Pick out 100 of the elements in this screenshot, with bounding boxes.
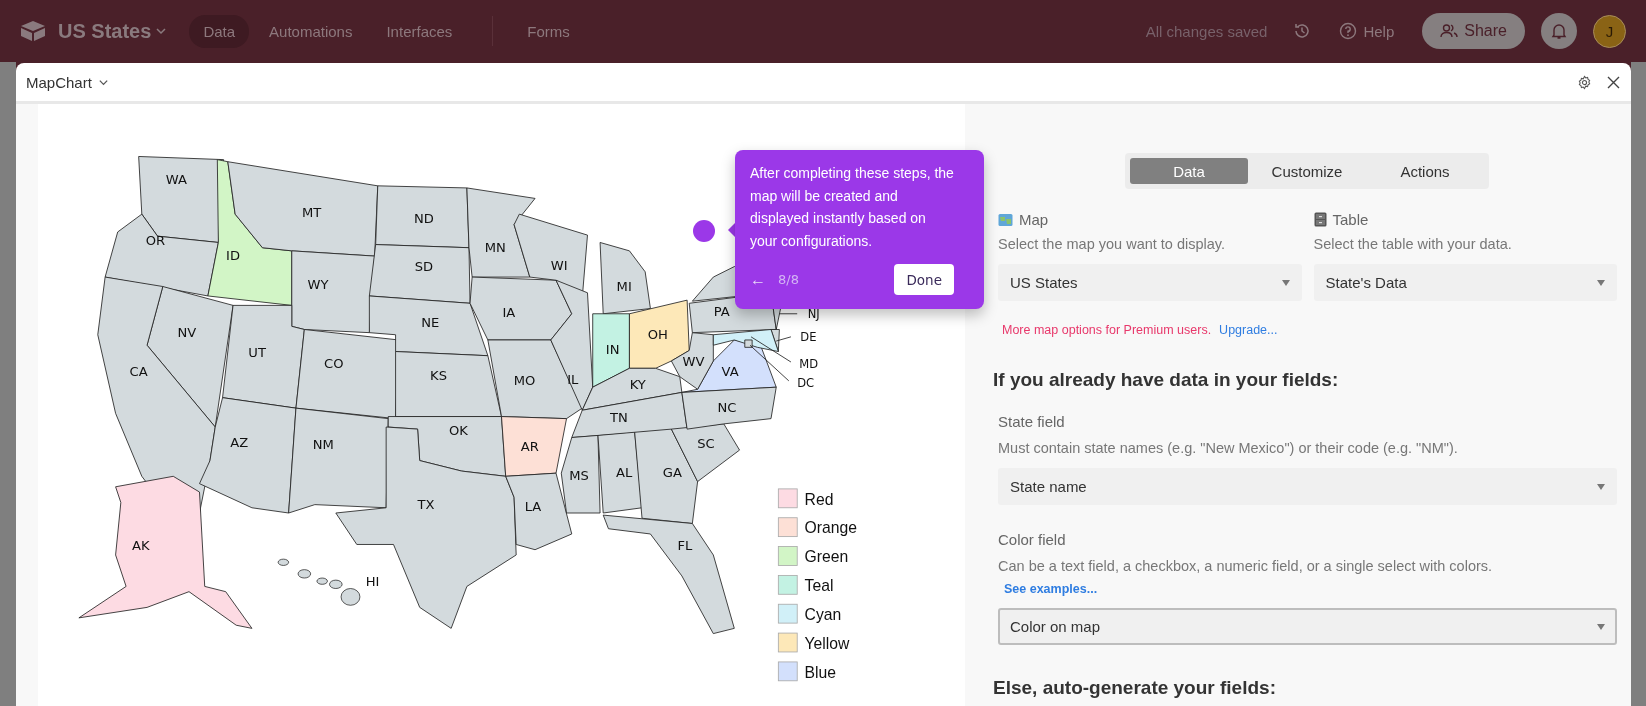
dropdown-icon: [1281, 279, 1290, 286]
field-description: Can be a text field, a checkbox, a numeric field, or a single select with colors.: [998, 558, 1494, 574]
state-label: IN: [605, 341, 620, 357]
state-label: MS: [569, 468, 589, 484]
settings-icon[interactable]: [1577, 74, 1592, 90]
state-label: NM: [312, 437, 334, 453]
state-label: UT: [248, 344, 266, 360]
state-label: CA: [129, 363, 148, 379]
nav-tab[interactable]: Automations: [255, 14, 367, 48]
state-label: MN: [484, 239, 506, 255]
premium-note: More map options for Premium users.: [1002, 323, 1212, 337]
panel-tab[interactable]: Customize: [1248, 158, 1366, 184]
field-label: Color field: [998, 531, 1067, 548]
share-button[interactable]: Share: [1422, 13, 1525, 49]
help-button[interactable]: Help: [1333, 21, 1401, 41]
state-label: NV: [177, 324, 197, 340]
history-icon[interactable]: [1293, 22, 1312, 40]
field-label: State field: [998, 413, 1066, 430]
state-label: MI: [616, 278, 632, 294]
tooltip-text: After completing these steps, the map will be created and displayed instantly based on your configurations.: [750, 164, 954, 251]
field-label: Table: [1332, 211, 1369, 228]
dropdown-icon: [1597, 623, 1605, 630]
base-name[interactable]: US States: [58, 19, 152, 43]
state-label: SC: [697, 436, 715, 451]
field-description: Select the map you want to display.: [998, 236, 1227, 252]
state-label: WA: [165, 171, 187, 187]
state-label: GA: [662, 465, 682, 481]
state-label: ID: [226, 248, 240, 264]
state-label: AL: [616, 465, 633, 481]
nav-tab[interactable]: Interfaces: [372, 14, 467, 48]
extension-title[interactable]: MapChart: [26, 73, 92, 91]
legend-label: Green: [804, 548, 849, 566]
state-label: OK: [449, 423, 468, 439]
bell-icon: [1550, 22, 1568, 40]
state-label: WY: [307, 276, 329, 292]
panel-tab[interactable]: Data: [1130, 158, 1248, 184]
leader-line: [778, 313, 798, 315]
state-label: TN: [610, 409, 628, 425]
state-label: AZ: [230, 434, 249, 450]
dropdown-icon: [1597, 279, 1605, 286]
field-description: Select the table with your data.: [1313, 236, 1513, 252]
state-label: TX: [417, 496, 435, 512]
state-label: IA: [502, 304, 516, 320]
state-label: OH: [647, 326, 668, 342]
help-icon: [1339, 22, 1358, 40]
box-logo-icon: [20, 20, 46, 42]
state-label: MT: [302, 205, 322, 221]
field-description: Must contain state names (e.g. "New Mexico") or their code (e.g. "NM").: [998, 440, 1459, 456]
state-label: AR: [520, 439, 539, 455]
state-label: NE: [421, 315, 440, 331]
state-label: CO: [324, 356, 344, 372]
notifications-button[interactable]: [1541, 13, 1577, 49]
state-label: OR: [145, 232, 166, 248]
state-label: SD: [414, 258, 434, 274]
select-field[interactable]: US States: [998, 264, 1302, 301]
state-label: IL: [567, 372, 579, 388]
state-label: VA: [721, 363, 739, 379]
state-label: FL: [677, 537, 693, 553]
select-field[interactable]: Color on map: [998, 608, 1617, 645]
done-button[interactable]: Done: [894, 264, 954, 295]
nav-tab[interactable]: Data: [189, 14, 250, 48]
state-label: ND: [413, 210, 434, 226]
leader-line: [749, 344, 790, 382]
select-field[interactable]: State name: [998, 468, 1617, 505]
state-label: AK: [132, 537, 150, 553]
state-label: DC: [797, 376, 815, 391]
state-label: MO: [513, 373, 536, 389]
save-status: All changes saved: [1145, 22, 1268, 40]
state-label: KY: [629, 377, 646, 393]
state-label: NC: [717, 400, 737, 416]
upgrade-link[interactable]: Upgrade...: [1219, 323, 1278, 337]
user-avatar[interactable]: J: [1593, 14, 1626, 48]
caret-icon[interactable]: [155, 25, 168, 37]
map-icon: [998, 212, 1013, 227]
section-heading: If you already have data in your fields:: [993, 369, 1340, 391]
state-label: NJ: [807, 306, 820, 321]
state-label: DE: [800, 330, 817, 345]
state-label: LA: [524, 498, 542, 514]
legend-label: Yellow: [804, 634, 850, 652]
examples-link[interactable]: See examples...: [1004, 582, 1617, 596]
people-icon: [1440, 22, 1459, 40]
cabinet-icon: [1313, 212, 1327, 227]
step-counter: 8/8: [778, 272, 800, 287]
legend-label: Teal: [804, 577, 834, 595]
back-button[interactable]: ←: [750, 270, 766, 289]
legend-label: Cyan: [804, 605, 842, 623]
state-label: PA: [713, 303, 730, 319]
state-label: HI: [365, 574, 380, 590]
legend-label: Blue: [804, 663, 837, 681]
state-label: WI: [550, 257, 568, 273]
state-label: KS: [430, 367, 448, 383]
nav-tab[interactable]: Forms: [513, 14, 584, 48]
state-label: MD: [799, 357, 819, 372]
dropdown-icon: [1597, 483, 1605, 490]
close-icon[interactable]: [1606, 74, 1621, 90]
field-label: Map: [1019, 211, 1049, 228]
legend-label: Red: [804, 490, 834, 508]
select-field[interactable]: State's Data: [1313, 264, 1617, 301]
legend-label: Orange: [804, 519, 857, 537]
panel-tab[interactable]: Actions: [1366, 158, 1484, 184]
